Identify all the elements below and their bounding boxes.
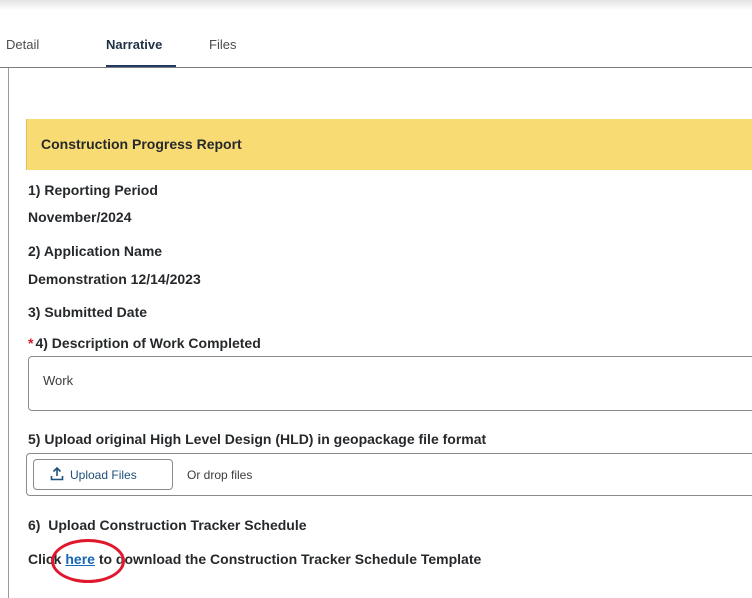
description-value: Work: [43, 373, 74, 388]
tab-detail[interactable]: Detail: [6, 37, 39, 52]
tab-narrative[interactable]: Narrative: [106, 37, 162, 52]
required-marker: *: [28, 335, 34, 351]
section-header: Construction Progress Report: [26, 119, 752, 170]
top-shadow: [0, 0, 752, 10]
drop-files-text: Or drop files: [187, 468, 253, 482]
upload-icon: [50, 467, 64, 481]
tracker-schedule-label: 6) Upload Construction Tracker Schedule: [28, 517, 307, 533]
submitted-date-label: 3) Submitted Date: [28, 304, 148, 320]
download-template-link[interactable]: here: [65, 551, 95, 567]
description-textarea[interactable]: Work: [28, 356, 752, 411]
application-name-value: Demonstration 12/14/2023: [28, 271, 201, 287]
description-label-row: * 4) Description of Work Completed: [28, 335, 261, 351]
download-suffix: to download the Construction Tracker Sch…: [94, 551, 482, 567]
reporting-period-label: 1) Reporting Period: [28, 182, 158, 198]
tab-bar: Detail Narrative Files: [0, 24, 752, 68]
hld-dropzone[interactable]: Upload Files Or drop files: [26, 453, 752, 496]
download-prefix: Click: [28, 551, 66, 567]
tab-files[interactable]: Files: [209, 37, 236, 52]
section-title: Construction Progress Report: [41, 136, 242, 152]
upload-files-button[interactable]: Upload Files: [33, 459, 173, 490]
reporting-period-value: November/2024: [28, 209, 132, 225]
download-template-line: Click here to download the Construction …: [28, 551, 481, 567]
application-name-label: 2) Application Name: [28, 243, 163, 259]
description-label: 4) Description of Work Completed: [35, 335, 261, 351]
upload-files-label: Upload Files: [70, 468, 137, 482]
hld-upload-label: 5) Upload original High Level Design (HL…: [28, 431, 487, 447]
